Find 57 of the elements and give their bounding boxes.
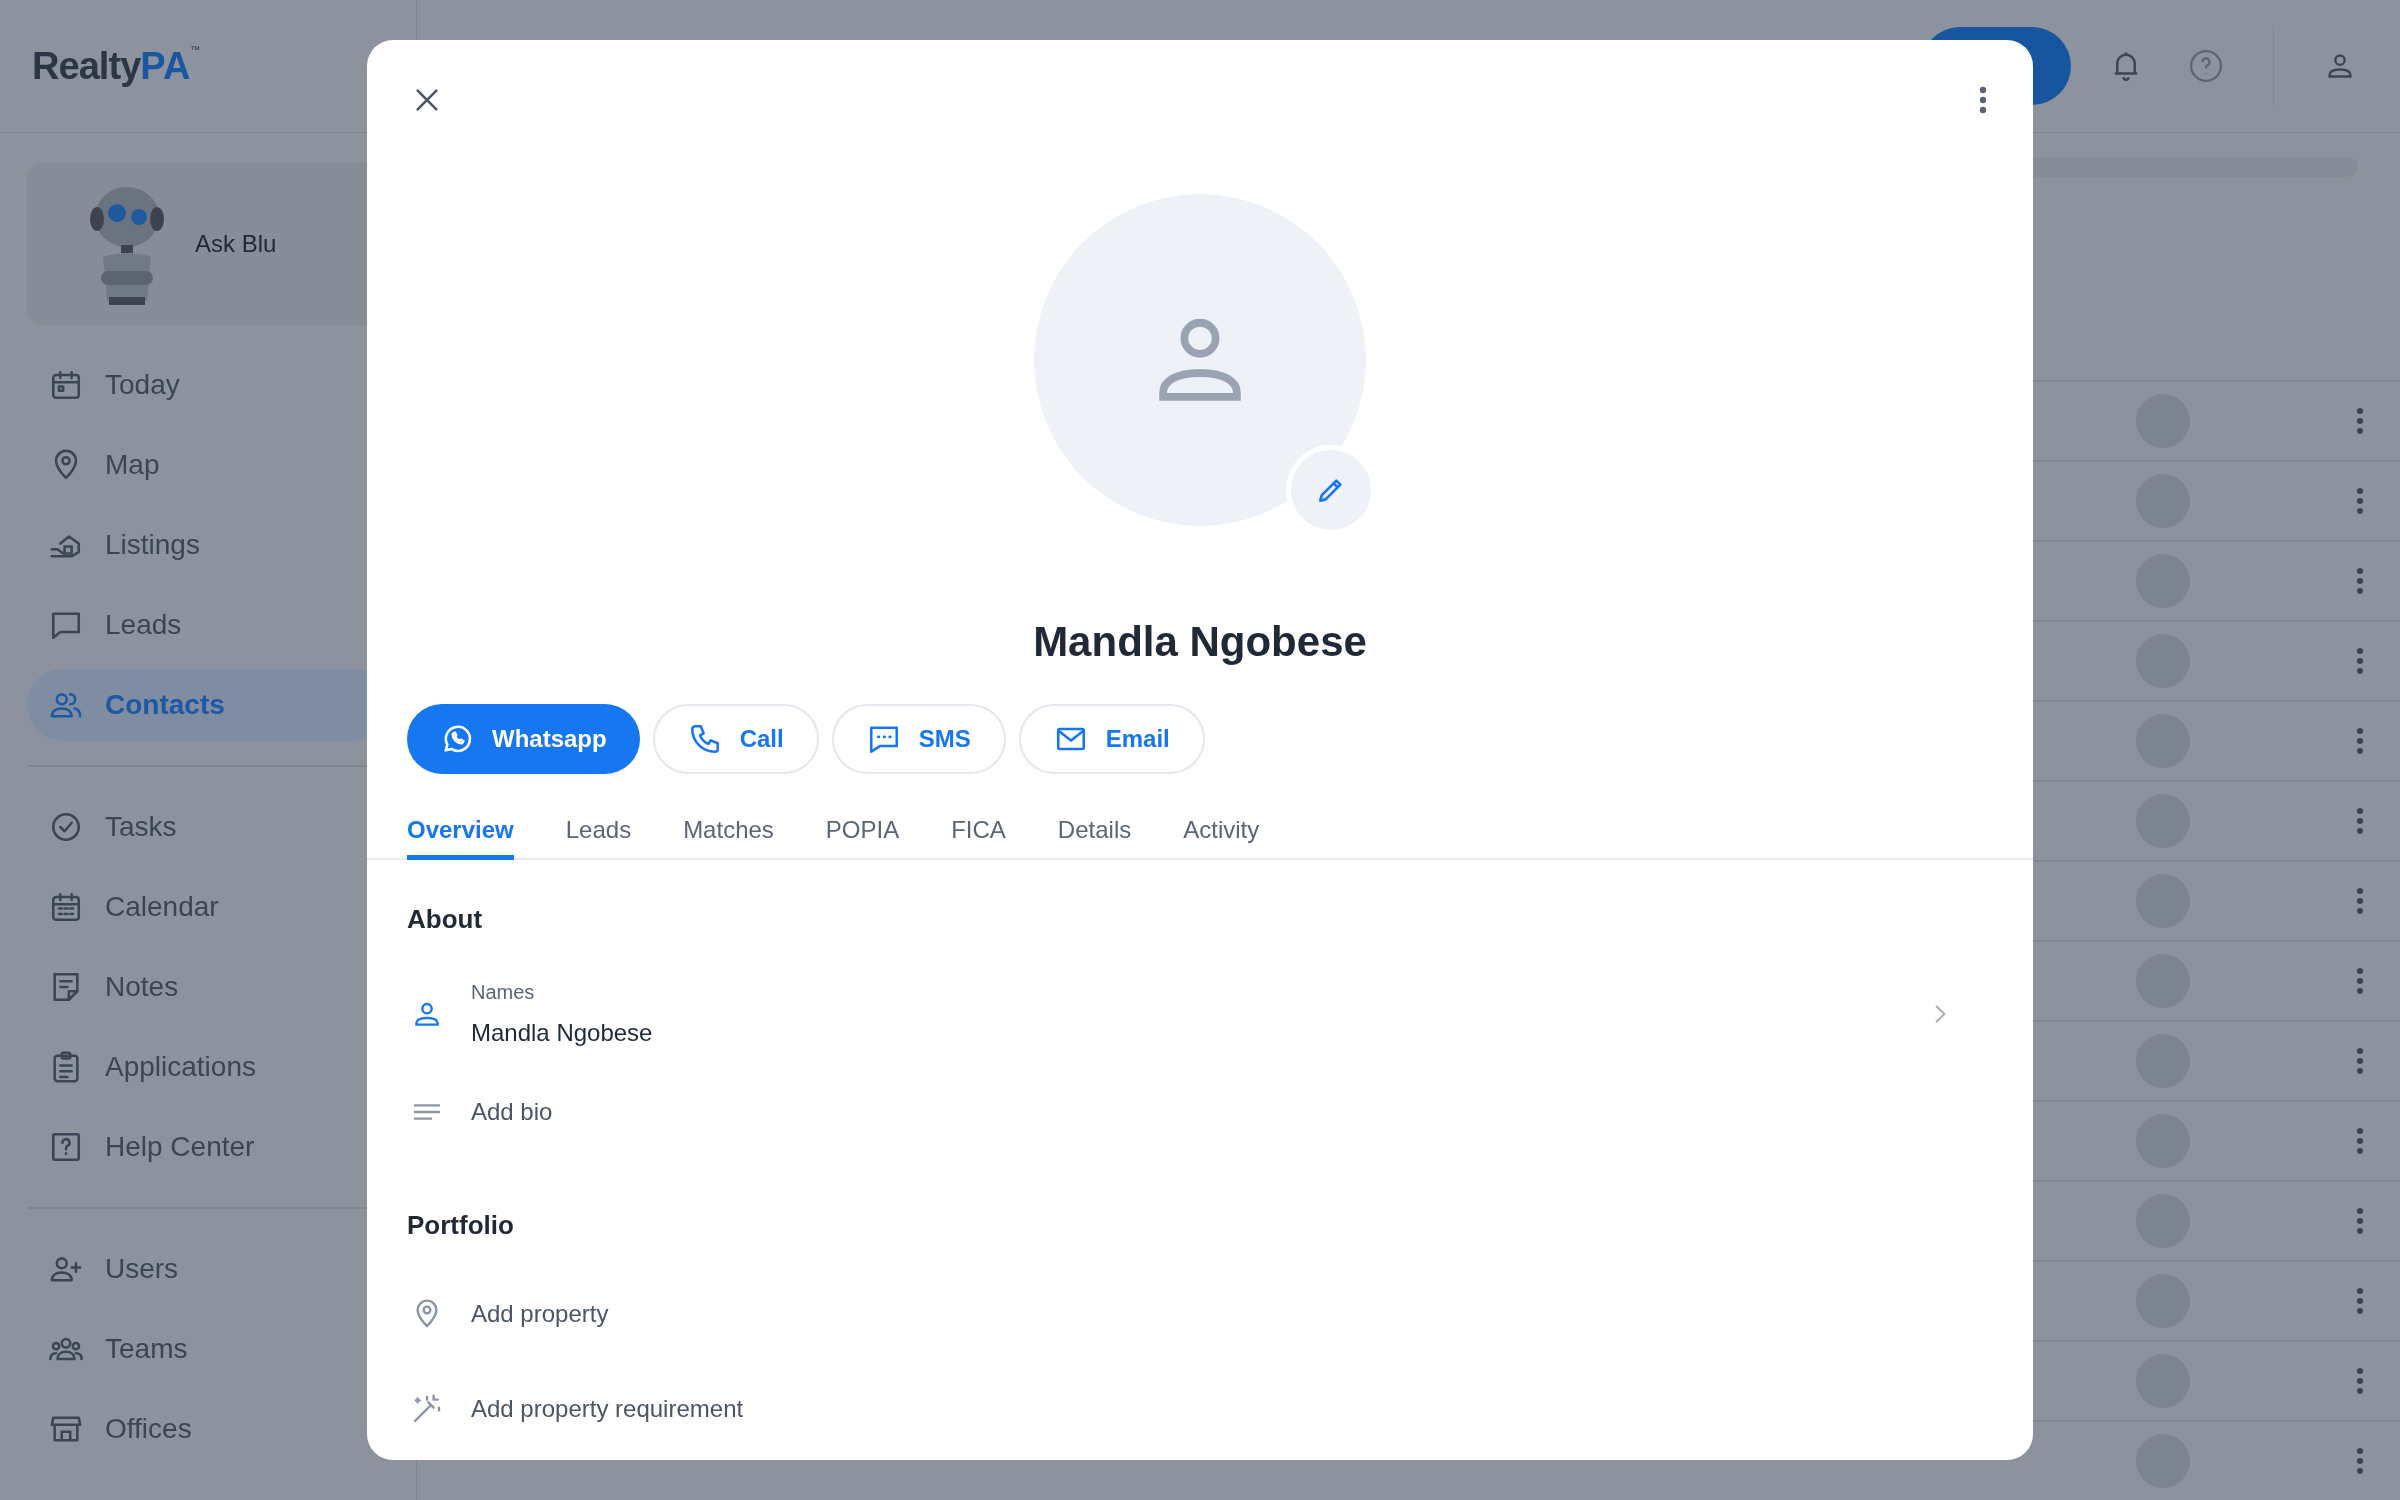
contact-name: Mandla Ngobese — [1032, 617, 1368, 667]
more-icon[interactable] — [2356, 727, 2364, 755]
magic-wand-icon — [411, 1393, 443, 1425]
more-icon[interactable] — [2356, 807, 2364, 835]
nav-item[interactable]: Today — [27, 349, 389, 421]
calendar-icon — [49, 890, 83, 924]
more-icon[interactable] — [2356, 967, 2364, 995]
more-icon[interactable] — [2356, 647, 2364, 675]
nav-item[interactable]: Listings — [27, 509, 389, 581]
more-icon[interactable] — [2356, 567, 2364, 595]
field-value: Mandla Ngobese — [471, 1018, 654, 1048]
nav-item[interactable]: Notes — [27, 951, 389, 1023]
more-icon[interactable] — [2356, 1047, 2364, 1075]
more-icon[interactable] — [2356, 1287, 2364, 1315]
help-icon[interactable] — [2189, 49, 2223, 83]
tab[interactable]: FICA — [951, 804, 1006, 860]
more-icon[interactable] — [2356, 887, 2364, 915]
more-icon[interactable] — [2356, 487, 2364, 515]
more-icon[interactable] — [2356, 1207, 2364, 1235]
tab[interactable]: Activity — [1183, 804, 1260, 860]
more-icon[interactable] — [2356, 1367, 2364, 1395]
tab[interactable]: Details — [1057, 804, 1132, 860]
help-square-icon — [49, 1130, 83, 1164]
tab[interactable]: POPIA — [825, 804, 900, 860]
section-heading: About — [407, 902, 484, 936]
app-logo: RealtyPA™ — [32, 42, 201, 89]
nav-item[interactable]: Leads — [27, 589, 389, 661]
nav-item[interactable]: Help Center — [27, 1111, 389, 1183]
nav-item[interactable]: Teams — [27, 1313, 389, 1385]
contact-action-button[interactable]: Call — [652, 704, 819, 774]
more-icon[interactable] — [2356, 1447, 2364, 1475]
check-circle-icon — [49, 810, 83, 844]
section-heading: Portfolio — [407, 1208, 515, 1242]
add-row[interactable]: Add bio — [407, 1077, 1993, 1147]
tab[interactable]: Overview — [407, 804, 514, 860]
nav-item[interactable]: Offices — [27, 1393, 389, 1465]
more-icon[interactable] — [2356, 1127, 2364, 1155]
contact-action-button[interactable]: Whatsapp — [407, 704, 640, 774]
more-icon[interactable] — [1979, 86, 1987, 114]
field-label: Names — [471, 980, 536, 1005]
nav-item[interactable]: Map — [27, 429, 389, 501]
add-row[interactable]: Add property requirement — [407, 1374, 1993, 1444]
assistant-label: Ask Blu — [195, 229, 277, 259]
tab[interactable]: Matches — [683, 804, 774, 860]
contact-action-button[interactable]: Email — [1018, 704, 1205, 774]
more-icon[interactable] — [2356, 407, 2364, 435]
nav-item[interactable]: Tasks — [27, 791, 389, 863]
nav-item[interactable]: Applications — [27, 1031, 389, 1103]
field-row[interactable]: Names Mandla Ngobese — [407, 964, 1993, 1064]
tab[interactable]: Leads — [565, 804, 632, 860]
close-icon[interactable] — [413, 86, 441, 114]
nav-item[interactable]: Users — [27, 1233, 389, 1305]
nav-item[interactable]: Calendar — [27, 871, 389, 943]
contact-action-button[interactable]: SMS — [831, 704, 1006, 774]
add-row[interactable]: Add property — [407, 1279, 1993, 1349]
calendar-icon — [49, 368, 83, 402]
user-icon[interactable] — [2326, 52, 2354, 80]
